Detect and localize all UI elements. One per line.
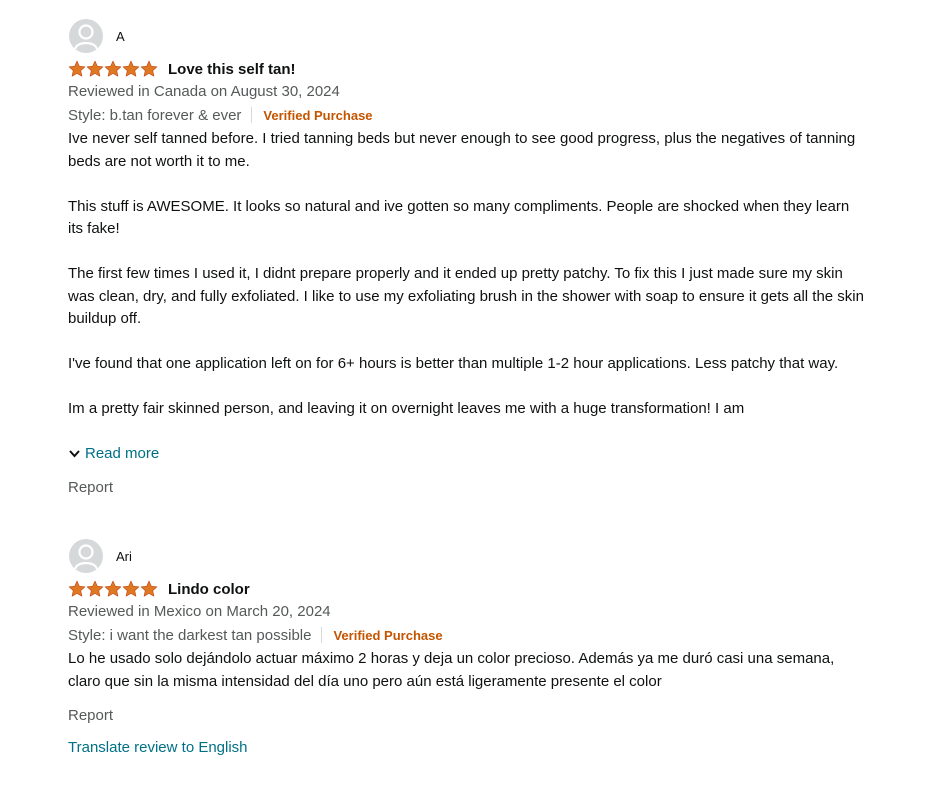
review-paragraph: Im a pretty fair skinned person, and lea… bbox=[68, 400, 745, 417]
star-icon bbox=[104, 60, 122, 77]
review-style[interactable]: Style: i want the darkest tan possible bbox=[68, 627, 311, 644]
star-icon bbox=[86, 580, 104, 597]
reviewer-name[interactable]: Ari bbox=[116, 549, 132, 564]
review-body: Ive never self tanned before. I tried ta… bbox=[68, 128, 868, 442]
star-icon bbox=[140, 60, 158, 77]
star-icon bbox=[68, 580, 86, 597]
report-link[interactable]: Report bbox=[68, 479, 113, 496]
review-paragraph: I've found that one application left on … bbox=[68, 355, 839, 372]
reviewer-profile[interactable]: Ari bbox=[69, 538, 868, 574]
review-body: Lo he usado solo dejándolo actuar máximo… bbox=[68, 648, 868, 693]
read-more-link[interactable]: Read more bbox=[68, 442, 868, 464]
review-card: A Love this self tan! Reviewed in Canada… bbox=[68, 18, 868, 497]
divider bbox=[251, 107, 253, 123]
star-rating[interactable] bbox=[68, 60, 158, 78]
review-paragraph: The first few times I used it, I didnt p… bbox=[68, 265, 864, 327]
reviewer-profile[interactable]: A bbox=[69, 18, 868, 54]
star-icon bbox=[122, 580, 140, 597]
user-avatar-icon[interactable] bbox=[69, 19, 103, 53]
review-title[interactable]: Lindo color bbox=[168, 581, 250, 598]
review-title[interactable]: Love this self tan! bbox=[168, 61, 296, 78]
star-icon bbox=[140, 580, 158, 597]
review-card: Ari Lindo color Reviewed in Mexico on Ma… bbox=[68, 538, 868, 756]
review-paragraph: Lo he usado solo dejándolo actuar máximo… bbox=[68, 650, 835, 690]
review-paragraph: This stuff is AWESOME. It looks so natur… bbox=[68, 197, 850, 238]
star-rating[interactable] bbox=[68, 580, 158, 598]
translate-review-link[interactable]: Translate review to English bbox=[68, 739, 868, 756]
star-icon bbox=[68, 60, 86, 77]
star-icon bbox=[86, 60, 104, 77]
review-style[interactable]: Style: b.tan forever & ever bbox=[68, 107, 241, 124]
review-date: Reviewed in Mexico on March 20, 2024 bbox=[68, 603, 331, 620]
verified-purchase-badge: Verified Purchase bbox=[333, 627, 443, 643]
verified-purchase-badge: Verified Purchase bbox=[263, 107, 373, 123]
star-icon bbox=[104, 580, 122, 597]
review-date: Reviewed in Canada on August 30, 2024 bbox=[68, 83, 340, 100]
reviewer-name[interactable]: A bbox=[116, 29, 125, 44]
read-more-label[interactable]: Read more bbox=[85, 445, 159, 462]
divider bbox=[321, 627, 323, 643]
star-icon bbox=[122, 60, 140, 77]
report-link[interactable]: Report bbox=[68, 707, 113, 724]
chevron-down-icon bbox=[69, 449, 80, 457]
user-avatar-icon[interactable] bbox=[69, 539, 103, 573]
review-paragraph: Ive never self tanned before. I tried ta… bbox=[68, 130, 856, 170]
